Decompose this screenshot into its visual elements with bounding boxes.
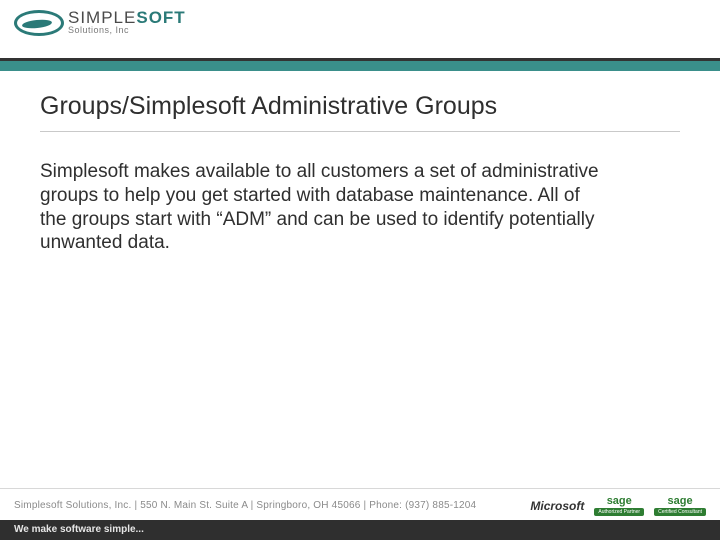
footer: Simplesoft Solutions, Inc. | 550 N. Main… bbox=[0, 488, 720, 540]
title-underline bbox=[40, 131, 680, 132]
microsoft-logo: Microsoft bbox=[530, 499, 584, 513]
sage-name-1: sage bbox=[607, 495, 632, 507]
sage-badge-1: sage Authorized Partner bbox=[594, 495, 644, 516]
sage-tag-authorized: Authorized Partner bbox=[594, 508, 644, 516]
footer-logos: Microsoft sage Authorized Partner sage C… bbox=[530, 495, 706, 516]
logo-text: SIMPLESOFT Solutions, Inc bbox=[68, 9, 186, 35]
sage-tag-certified: Certified Consultant bbox=[654, 508, 706, 516]
header-rule-teal bbox=[0, 61, 720, 71]
logo-word-soft: SOFT bbox=[136, 8, 185, 27]
page-title: Groups/Simplesoft Administrative Groups bbox=[40, 92, 680, 121]
footer-address: Simplesoft Solutions, Inc. | 550 N. Main… bbox=[14, 500, 476, 511]
body-text: Simplesoft makes available to all custom… bbox=[40, 160, 600, 255]
company-logo: SIMPLESOFT Solutions, Inc bbox=[14, 8, 186, 36]
logo-icon bbox=[14, 8, 62, 36]
sage-badge-2: sage Certified Consultant bbox=[654, 495, 706, 516]
logo-subtitle: Solutions, Inc bbox=[68, 26, 186, 35]
footer-top: Simplesoft Solutions, Inc. | 550 N. Main… bbox=[0, 488, 720, 520]
sage-name-2: sage bbox=[668, 495, 693, 507]
content-area: Groups/Simplesoft Administrative Groups … bbox=[0, 72, 720, 255]
footer-tagline-bar: We make software simple... bbox=[0, 520, 720, 540]
header: SIMPLESOFT Solutions, Inc bbox=[0, 0, 720, 72]
